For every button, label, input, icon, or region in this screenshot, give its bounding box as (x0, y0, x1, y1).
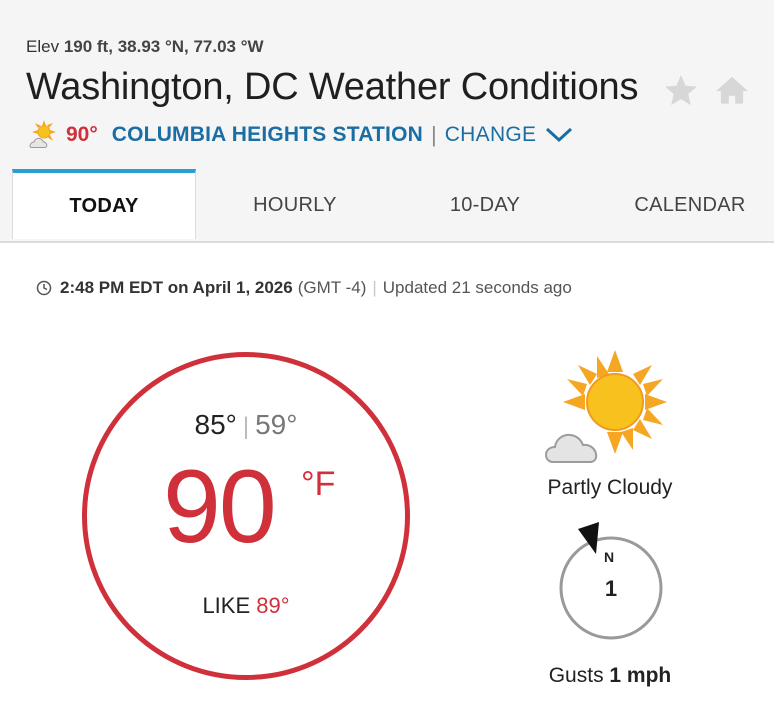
observation-timestamp: 2:48 PM EDT on April 1, 2026 (GMT -4) | … (36, 278, 572, 298)
elev-label: Elev (26, 37, 60, 56)
tab-bar: TODAY HOURLY 10-DAY CALENDAR (0, 169, 774, 243)
feels-like: LIKE 89° (87, 593, 405, 619)
temperature-unit: °F (301, 465, 336, 503)
page-header: Elev 190 ft, 38.93 °N, 77.03 °W Washingt… (0, 0, 774, 170)
high-temp: 85° (194, 409, 237, 440)
page-title: Washington, DC Weather Conditions (26, 66, 639, 108)
station-row: 90° COLUMBIA HEIGHTS STATION | CHANGE (26, 118, 574, 152)
tab-calendar[interactable]: CALENDAR (610, 169, 770, 241)
tab-hourly[interactable]: HOURLY (215, 169, 375, 241)
elevation-coords: Elev 190 ft, 38.93 °N, 77.03 °W (26, 37, 264, 57)
high-low-separator: | (242, 413, 250, 440)
updated-text: Updated 21 seconds ago (382, 278, 572, 297)
gusts-value: 1 mph (609, 664, 672, 687)
high-low: 85° | 59° (87, 409, 405, 441)
condition-text: Partly Cloudy (547, 476, 673, 499)
elev-value: 190 ft, (63, 37, 113, 56)
wind-speed: 1 (604, 576, 618, 601)
wind-gusts: Gusts 1 mph (520, 664, 700, 688)
partly-cloudy-small-icon (29, 120, 56, 148)
feels-like-value: 89° (256, 593, 290, 618)
coordinates: 38.93 °N, 77.03 °W (117, 37, 264, 56)
station-separator: | (431, 122, 437, 147)
home-icon[interactable] (712, 72, 752, 110)
temperature-dial: 85° | 59° 90 °F LIKE 89° (82, 352, 410, 680)
current-temperature: 90 (163, 449, 277, 565)
timestamp-separator: | (372, 278, 377, 297)
chevron-down-icon[interactable] (544, 125, 574, 145)
station-current-temp: 90° (66, 123, 98, 146)
tab-10-day[interactable]: 10-DAY (405, 169, 565, 241)
gusts-label: Gusts (548, 664, 604, 687)
station-name-link[interactable]: COLUMBIA HEIGHTS STATION (112, 123, 423, 147)
feels-like-label: LIKE (202, 593, 251, 618)
partly-cloudy-icon (545, 350, 667, 463)
low-temp: 59° (255, 409, 298, 440)
favorite-star-icon[interactable] (662, 72, 700, 110)
wind-direction: N (604, 549, 615, 565)
tab-today[interactable]: TODAY (12, 169, 196, 239)
clock-icon (36, 280, 52, 296)
time-date: 2:48 PM EDT on April 1, 2026 (60, 278, 293, 297)
timezone: (GMT -4) (297, 278, 367, 297)
change-station-button[interactable]: CHANGE (445, 123, 537, 147)
